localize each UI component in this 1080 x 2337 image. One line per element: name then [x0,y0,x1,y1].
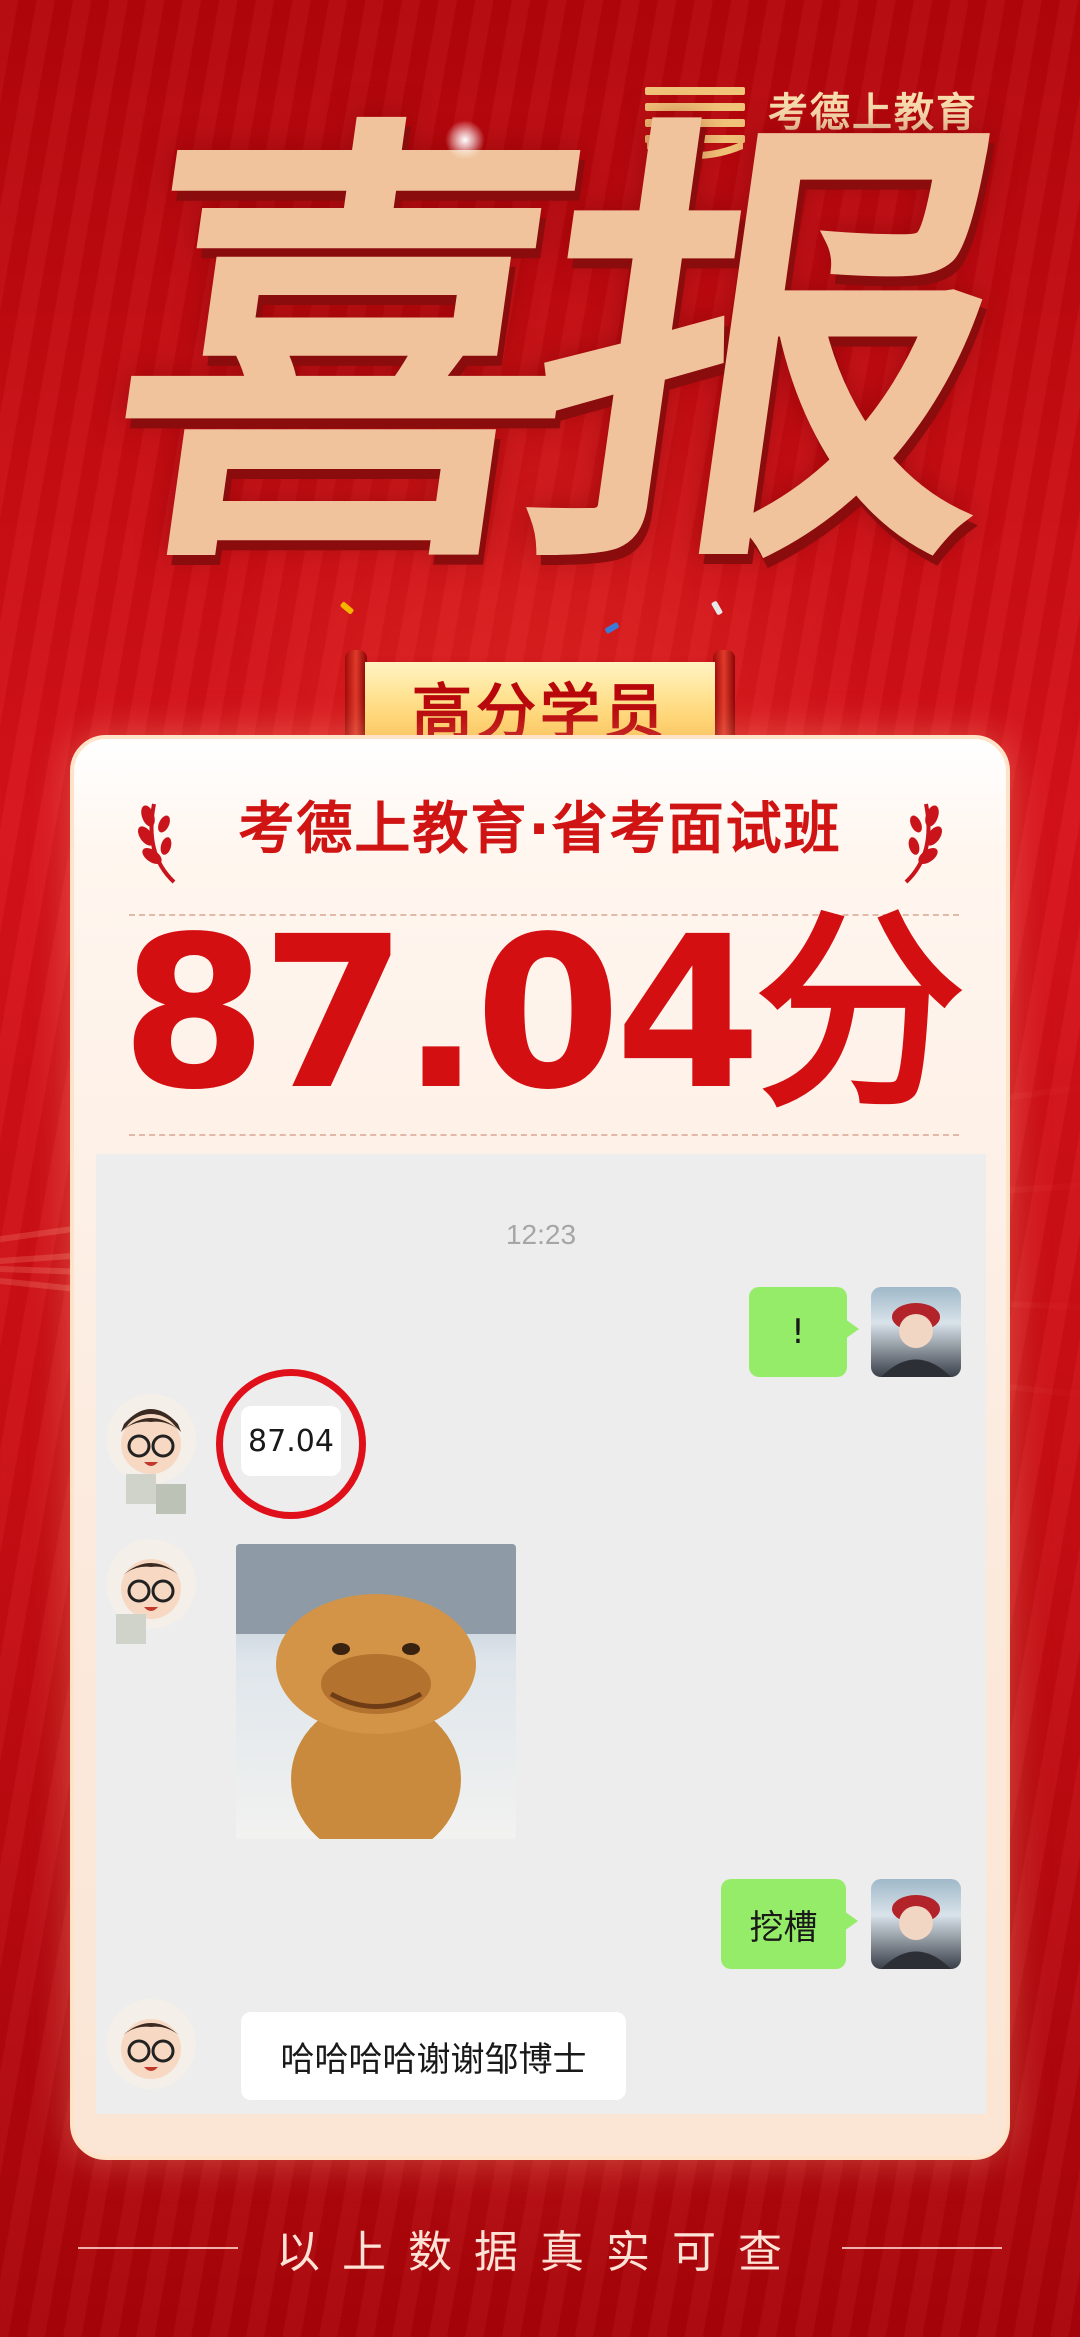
chat-screenshot: 12:23 ! 87.04 挖槽 哈哈哈哈谢谢邹博士 [96,1154,986,2114]
avatar-other[interactable] [106,1394,196,1484]
avatar-me[interactable] [871,1879,961,1969]
avatar-me[interactable] [871,1287,961,1377]
mosaic-block [116,1614,146,1644]
headline-title: 喜报 [82,80,998,620]
result-card: 考德上教育·省考面试班 87.04分 12:23 ! 87.04 挖槽 哈哈哈哈… [70,735,1010,2160]
message-bubble-other[interactable]: 哈哈哈哈谢谢邹博士 [241,2012,626,2100]
highlight-circle [216,1369,366,1519]
card-title: 考德上教育·省考面试班 [238,797,842,862]
message-text: 挖槽 [749,1907,818,1948]
score-value: 87.04分 [120,891,965,1136]
chat-timestamp: 12:23 [505,1219,577,1250]
message-text: ! [791,1312,805,1352]
message-bubble-me[interactable]: ! [749,1287,859,1377]
message-text: 哈哈哈哈谢谢邹博士 [280,2039,587,2080]
footer-line-right [842,2247,1002,2249]
footer-line-left [78,2247,238,2249]
mosaic-block [156,1484,186,1514]
mosaic-block [126,1474,156,1504]
footer: 以上数据真实可查 [0,2218,1080,2278]
sparkle-icon [445,120,485,160]
footer-text: 以上数据真实可查 [276,2227,804,2278]
divider [129,1134,959,1136]
avatar-other[interactable] [106,1999,196,2089]
message-bubble-me[interactable]: 挖槽 [721,1879,858,1969]
bear-sticker[interactable] [236,1544,516,1839]
